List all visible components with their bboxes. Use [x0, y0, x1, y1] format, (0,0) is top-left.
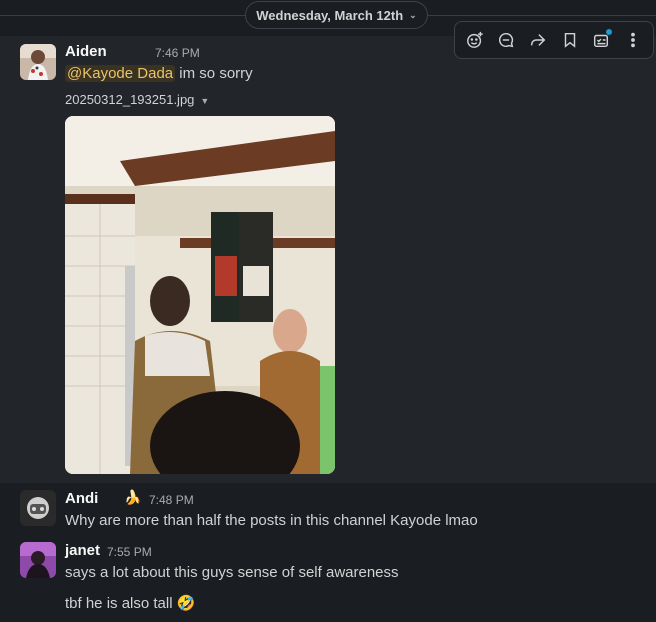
- author-name[interactable]: Aiden: [65, 43, 107, 60]
- status-emoji[interactable]: 🍌: [124, 489, 141, 506]
- more-actions-button[interactable]: [619, 26, 647, 54]
- forward-message-button[interactable]: [524, 26, 552, 54]
- bookmark-icon: [564, 32, 576, 48]
- rofl-emoji: 🤣: [176, 595, 196, 612]
- more-actions-icon: [631, 32, 635, 48]
- add-to-list-button[interactable]: [587, 26, 615, 54]
- message-body: tbf he is also tall: [65, 595, 173, 612]
- message-body: Why are more than half the posts in this…: [65, 512, 478, 529]
- save-for-later-button[interactable]: [556, 26, 584, 54]
- author-name[interactable]: Andi: [65, 490, 98, 507]
- message-actions-toolbar: [454, 21, 654, 59]
- notification-dot: [606, 29, 613, 35]
- message-text: @Kayode Dada im so sorry: [65, 65, 253, 82]
- message-timestamp[interactable]: 7:48 PM: [149, 493, 194, 507]
- caret-down-icon: ▼: [200, 96, 210, 106]
- message-timestamp[interactable]: 7:55 PM: [107, 545, 152, 559]
- followup-message: tbf he is also tall 🤣: [65, 594, 195, 612]
- reply-in-thread-button[interactable]: [492, 26, 520, 54]
- reply-thread-icon: [499, 32, 514, 48]
- message-body: im so sorry: [175, 65, 253, 82]
- date-divider-button[interactable]: Wednesday, March 12th ⌄: [245, 1, 428, 29]
- add-reaction-button[interactable]: [461, 26, 489, 54]
- avatar-andi[interactable]: [20, 490, 56, 526]
- forward-icon: [531, 34, 546, 46]
- add-reaction-icon: [466, 31, 483, 48]
- user-mention[interactable]: @Kayode Dada: [65, 65, 176, 82]
- message-timestamp[interactable]: 7:46 PM: [155, 46, 200, 60]
- author-name[interactable]: janet: [65, 542, 100, 559]
- date-divider-label: Wednesday, March 12th: [256, 7, 404, 23]
- avatar-janet[interactable]: [20, 542, 56, 578]
- message-body: says a lot about this guys sense of self…: [65, 564, 399, 581]
- attachment-filename[interactable]: 20250312_193251.jpg ▼: [65, 92, 209, 107]
- attached-image[interactable]: [65, 116, 335, 474]
- chevron-down-icon: ⌄: [409, 9, 417, 20]
- avatar-aiden[interactable]: [20, 44, 56, 80]
